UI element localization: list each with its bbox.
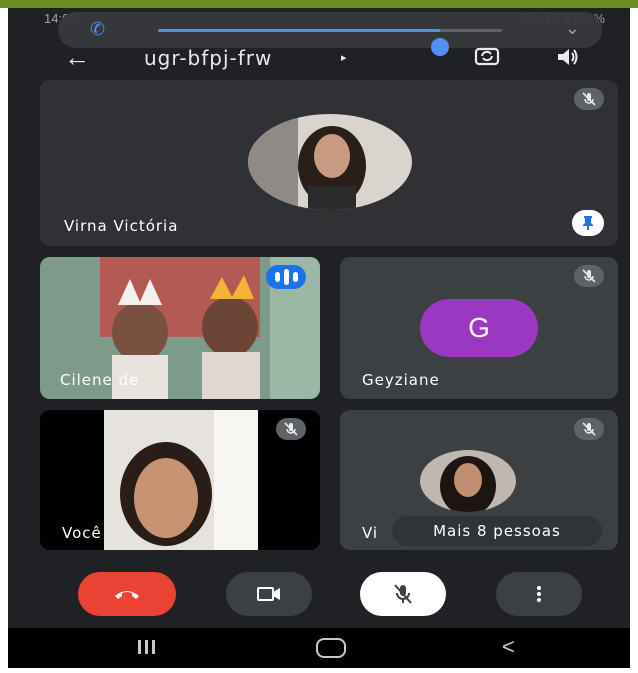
chevron-down-icon[interactable]: ⌄: [565, 18, 580, 39]
participant-tile-cilene[interactable]: Cilene de: [40, 257, 320, 399]
mic-off-icon: [574, 418, 604, 440]
home-icon[interactable]: [316, 638, 346, 658]
meeting-code[interactable]: ugr-bfpj-frw: [144, 46, 272, 70]
top-accent-bar: [0, 0, 638, 8]
pin-icon[interactable]: [572, 210, 604, 236]
speaker-icon[interactable]: [556, 46, 580, 68]
toggle-camera-button[interactable]: [226, 572, 312, 616]
self-video: [104, 410, 258, 550]
volume-slider-fill: [158, 29, 441, 32]
participant-name: Geyziane: [362, 371, 440, 389]
more-vert-icon: [537, 586, 541, 602]
system-nav-bar: <: [8, 628, 630, 668]
participant-initial-avatar: G: [420, 299, 538, 357]
participant-tile-self[interactable]: Você: [40, 410, 320, 550]
participant-avatar-photo: [248, 114, 412, 210]
participant-name: Virna Victória: [64, 217, 179, 235]
participant-name: Vi: [362, 524, 379, 542]
video-camera-icon: [257, 587, 280, 601]
back-icon[interactable]: <: [502, 634, 515, 660]
call-header: ← ugr-bfpj-frw ▸: [8, 42, 630, 78]
back-arrow-icon[interactable]: ←: [64, 44, 90, 70]
meeting-details-caret-icon[interactable]: ▸: [341, 51, 347, 64]
speaking-icon: [266, 265, 306, 289]
mic-off-icon: [574, 88, 604, 110]
mic-off-icon: [276, 418, 306, 440]
participant-avatar-photo: [420, 450, 516, 512]
volume-slider[interactable]: [158, 29, 502, 56]
more-options-button[interactable]: [496, 572, 582, 616]
mic-off-icon: [394, 584, 412, 604]
participant-tile-geyziane[interactable]: G Geyziane: [340, 257, 618, 399]
call-volume-icon: ✆: [90, 19, 106, 39]
toggle-mic-button[interactable]: [360, 572, 446, 616]
participant-name: Cilene de: [60, 371, 140, 389]
phone-screen: 14:00 Vo LTE 91% ✆ ⌄ ← ugr-bfpj-frw ▸: [8, 8, 630, 668]
participant-tile-main[interactable]: Virna Victória: [40, 80, 618, 246]
camera-switch-icon[interactable]: [474, 45, 500, 67]
mic-off-icon: [574, 265, 604, 287]
end-call-button[interactable]: [78, 572, 176, 616]
hangup-icon: [115, 591, 139, 599]
participant-name: Você: [62, 524, 102, 542]
more-participants-chip[interactable]: Mais 8 pessoas: [392, 516, 602, 546]
